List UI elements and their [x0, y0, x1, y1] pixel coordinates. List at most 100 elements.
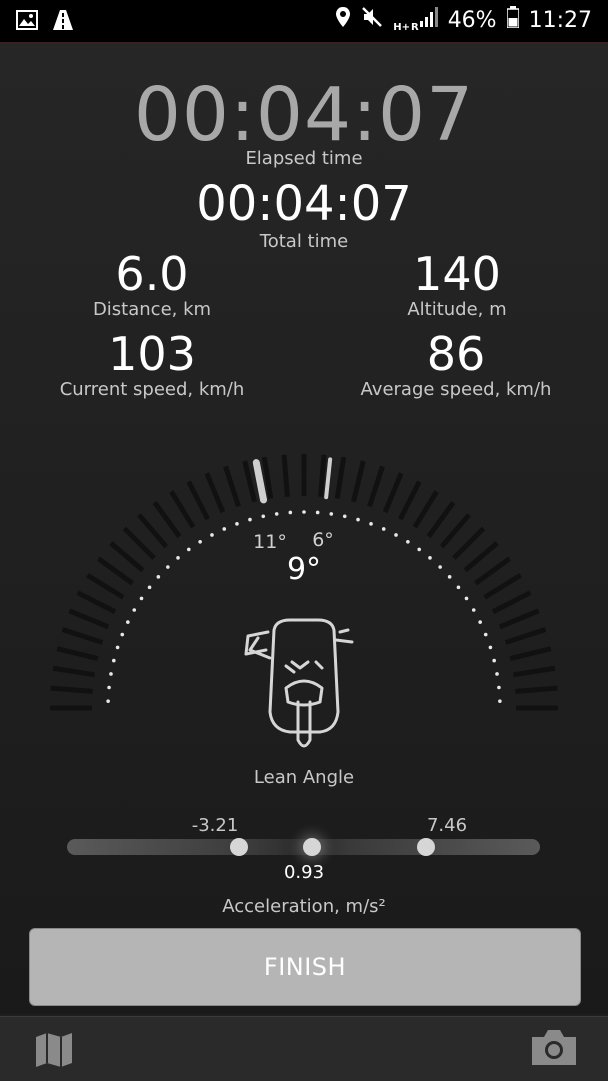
location-icon [335, 6, 351, 34]
elapsed-time-value: 00:04:07 [133, 72, 475, 158]
gauge-tick [52, 665, 96, 678]
network-type-label: H+ [393, 22, 410, 33]
gauge-dot [498, 699, 502, 703]
gauge-dot [417, 547, 422, 552]
gauge-tick [242, 460, 257, 503]
gauge-tick [109, 541, 145, 573]
signal-icon [419, 7, 438, 33]
gauge-dot [274, 512, 279, 516]
gauge-tick [334, 456, 347, 500]
gauge-tick [152, 501, 182, 538]
gauge-dot [342, 514, 347, 519]
camera-icon[interactable] [530, 1027, 578, 1071]
acceleration-current-marker [303, 838, 321, 856]
gauge-dot [186, 547, 191, 552]
gauge-tick [351, 460, 366, 503]
gauge-tick [515, 685, 558, 694]
gauge-tick [439, 513, 471, 549]
gauge-tick [367, 465, 385, 508]
gauge-tick [463, 541, 499, 573]
gauge-dot [126, 620, 130, 624]
lean-angle-label: Lean Angle [254, 767, 354, 788]
gauge-dot [464, 596, 469, 601]
gauge-tick [204, 472, 226, 514]
gauge-dot [147, 585, 152, 590]
gauge-dot [210, 533, 214, 537]
motorcycle-icon [244, 618, 354, 748]
clock: 11:27 [528, 7, 592, 33]
gauge-tick [412, 490, 439, 529]
gauge-dot [109, 672, 113, 676]
gauge-tick [137, 513, 169, 549]
acceleration-min: -3.21 [191, 815, 239, 836]
gauge-dot [107, 685, 111, 690]
gauge-tick [474, 556, 511, 586]
gauge-dot [329, 512, 334, 516]
acceleration-current: 0.93 [283, 862, 325, 883]
gauge-tick [50, 685, 93, 694]
acceleration-min-marker [230, 838, 248, 856]
lean-left-max: 11° [253, 531, 287, 553]
gauge-tick [281, 454, 290, 497]
gauge-dot [495, 672, 499, 676]
gauge-dot [156, 575, 161, 579]
gauge-dot [132, 608, 137, 612]
gauge-dot [356, 517, 360, 522]
gauge-tick [318, 454, 327, 497]
distance-value: 6.0 [115, 247, 189, 301]
battery-icon [505, 6, 520, 34]
distance-label: Distance, km [92, 299, 212, 320]
gauge-dot [176, 556, 180, 560]
gauge-tick [426, 501, 456, 538]
current-speed-label: Current speed, km/h [59, 379, 245, 400]
gauge-dot [394, 533, 398, 537]
gauge-tick [483, 573, 522, 600]
gauge-tick [56, 646, 99, 661]
finish-button[interactable]: FINISH [29, 928, 581, 1006]
gauge-tick [382, 472, 404, 514]
acceleration-label: Acceleration, m/s² [222, 896, 386, 917]
gauge-dot [235, 522, 239, 526]
gauge-tick [186, 480, 210, 521]
gauge-tick [491, 590, 532, 614]
gauge-tick [398, 480, 422, 521]
road-icon [50, 9, 76, 35]
gauge-dot [483, 632, 488, 637]
gauge-dot [120, 632, 125, 637]
gauge-dot [315, 510, 320, 515]
gauge-tick [76, 590, 117, 614]
gauge-dot [139, 596, 144, 601]
gauge-dot [381, 527, 386, 531]
gauge-tick [122, 526, 156, 560]
gauge-dot [261, 514, 266, 519]
acceleration-max-marker [417, 838, 435, 856]
gauge-tick [97, 556, 134, 586]
gauge-dots [106, 510, 502, 703]
gauge-dot [288, 510, 293, 515]
gauge-tick [68, 608, 110, 630]
gauge-dot [438, 565, 442, 569]
gauge-dot [166, 565, 170, 569]
gauge-tick [498, 608, 540, 630]
map-icon[interactable] [34, 1031, 74, 1073]
gauge-tick [86, 573, 125, 600]
current-speed-value: 103 [108, 327, 196, 381]
battery-percent: 46% [447, 7, 497, 33]
gauge-dot [115, 645, 120, 650]
gauge-dot [248, 517, 252, 522]
gauge-dot [406, 539, 410, 544]
gauge-dot [488, 645, 493, 650]
gauge-tick [223, 465, 241, 508]
lean-max-marker [252, 459, 268, 504]
gauge-tick [169, 490, 196, 529]
gauge-dot [478, 620, 482, 624]
gauge-dot [428, 556, 432, 560]
lean-max-marker [324, 457, 333, 500]
total-time-value: 00:04:07 [196, 176, 412, 232]
lean-current: 9° [287, 552, 321, 587]
status-bar: H+ R 46% 11:27 [0, 0, 608, 44]
image-icon [16, 10, 38, 34]
gauge-dot [106, 699, 110, 703]
gauge-dot [222, 527, 227, 531]
gauge-dot [471, 608, 476, 612]
